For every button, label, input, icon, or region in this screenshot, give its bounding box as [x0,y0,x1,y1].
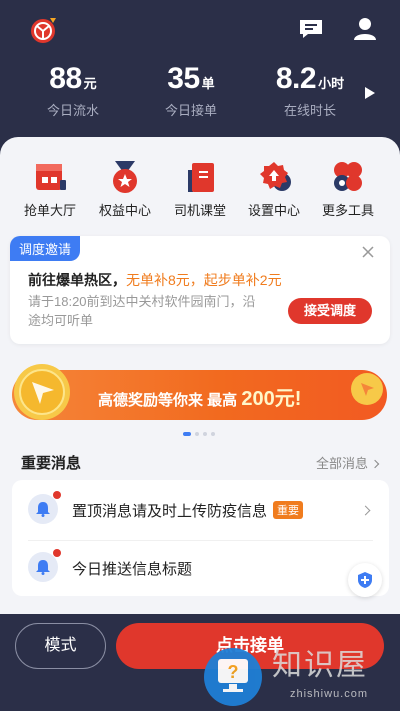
unread-dot [53,549,61,557]
important-badge: 重要 [273,501,304,519]
stat-orders[interactable]: 35 单 今日接单 [131,62,251,119]
stat-value: 35 [167,62,200,95]
menu-item-label: 抢单大厅 [23,203,76,218]
gold-coin-icon [14,364,70,420]
dispatch-headline-text: 前往爆单热区， [28,272,126,288]
stat-label: 今日接单 [164,103,217,118]
dispatch-subsidy-text: 无单补8元，起步单补2元 [126,272,282,288]
menu-item-order-hall[interactable]: 抢单大厅 [15,158,85,219]
stat-value: 88 [49,62,82,95]
watermark-subtext: zhishiwu.com [290,688,369,700]
stat-value: 8.2 [275,62,317,95]
safety-shield-button[interactable] [348,563,382,597]
medal-icon [113,161,137,193]
message-text: 今日推送信息标题 [72,558,192,579]
menu-item-label: 更多工具 [321,203,374,218]
dispatch-description: 请于18:20前到达中关村软件园南门，沿途均可听单 [28,294,256,328]
mode-button[interactable]: 模式 [15,623,106,669]
gold-coin-small-icon [351,373,383,405]
menu-item-label: 设置中心 [247,203,300,218]
chevron-right-icon [360,505,371,516]
watermark-text: 知识屋 [272,648,368,683]
menu-item-more-tools[interactable]: 更多工具 [313,158,383,219]
stat-label: 今日流水 [46,103,99,118]
message-text: 置顶消息请及时上传防疫信息 重要 [72,500,304,521]
bell-icon [28,549,61,582]
quick-menu: 抢单大厅 权益中心 司机课堂 设置中心 更多工具 [0,158,400,228]
banner-headline: 高德奖励等你来 最高 [98,392,238,409]
stat-label: 在线时长 [283,103,336,118]
accept-dispatch-button[interactable]: 接受调度 [288,298,372,324]
watermark-logo-icon: ? [204,648,262,706]
user-profile-icon[interactable] [352,16,378,42]
shield-icon [358,572,372,588]
banner-amount: 200元! [241,388,302,410]
message-title: 今日推送信息标题 [72,561,193,578]
dispatch-headline: 前往爆单热区，无单补8元，起步单补2元 [28,270,282,290]
all-messages-link[interactable]: 全部消息 [315,453,380,472]
close-icon[interactable] [362,246,374,258]
more-tools-icon [334,162,362,191]
book-icon [188,163,214,192]
bell-icon [28,491,61,524]
gear-icon [260,162,291,191]
menu-item-benefits[interactable]: 权益中心 [90,158,160,219]
message-title: 置顶消息请及时上传防疫信息 [72,503,268,520]
svg-text:?: ? [228,662,239,682]
stats-row: 88 元 今日流水 35 单 今日接单 8.2 小时 在线时长 [0,62,400,122]
message-item[interactable]: 今日推送信息标题 [12,540,389,596]
menu-item-label: 权益中心 [98,203,151,218]
message-item[interactable]: 置顶消息请及时上传防疫信息 重要 [12,482,389,541]
messages-title: 重要消息 [21,455,82,472]
menu-item-label: 司机课堂 [173,203,226,218]
app-logo-icon [28,15,58,45]
stat-unit: 元 [83,76,97,91]
stat-unit: 单 [201,76,215,91]
stat-online-time[interactable]: 8.2 小时 在线时长 [250,62,370,119]
dispatch-card: 调度邀请 前往爆单热区，无单补8元，起步单补2元 请于18:20前到达中关村软件… [10,236,390,344]
carousel-dots [183,432,215,436]
stat-income[interactable]: 88 元 今日流水 [13,62,133,119]
menu-item-driver-class[interactable]: 司机课堂 [165,158,235,219]
order-hall-icon [36,164,66,190]
chevron-right-icon [370,459,380,469]
unread-dot [53,491,61,499]
menu-item-settings[interactable]: 设置中心 [239,158,309,219]
all-messages-label: 全部消息 [315,456,368,471]
message-icon[interactable] [298,18,324,40]
dispatch-tag: 调度邀请 [10,236,81,261]
banner-text: 高德奖励等你来 最高 200元! [98,382,301,411]
stat-unit: 小时 [318,76,345,91]
messages-list: 置顶消息请及时上传防疫信息 重要 今日推送信息标题 [12,480,389,596]
play-arrow-icon[interactable] [364,86,376,100]
